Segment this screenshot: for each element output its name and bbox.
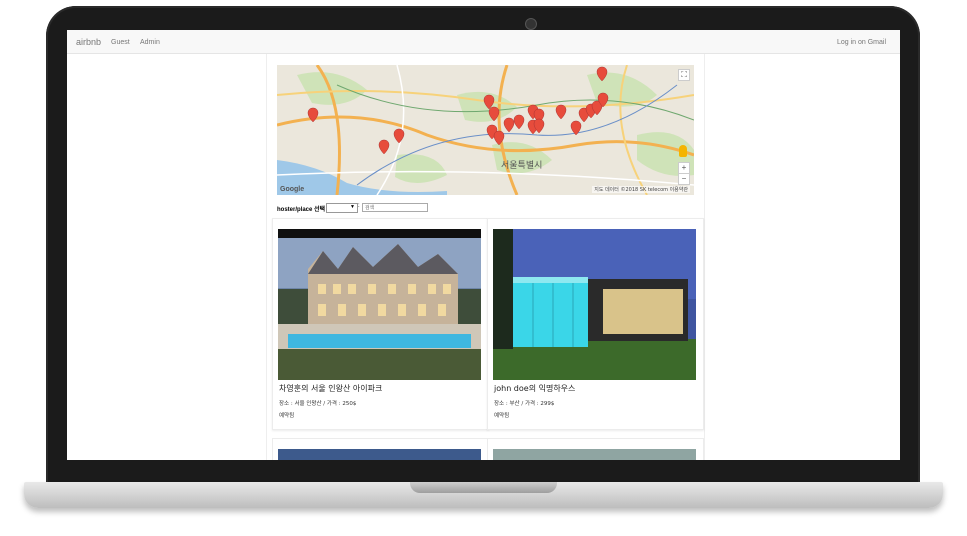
listing-status: 예약됨 [279, 413, 295, 419]
listing-photo[interactable] [278, 229, 481, 380]
browser-screen: airbnb Guest Admin Log in on Gmail 서울특별시… [67, 30, 900, 460]
listing-card[interactable]: 차영훈의 서울 인왕산 아이파크 장소 : 서울 인왕산 / 가격 : 250$… [272, 218, 489, 430]
filter-separator: : [358, 203, 360, 209]
login-gmail-link[interactable]: Log in on Gmail [837, 39, 886, 46]
map-canvas [277, 65, 694, 195]
filter-label: hoster/place 선택 [277, 207, 326, 213]
nav-admin-link[interactable]: Admin [140, 39, 160, 46]
laptop-hinge-notch [410, 482, 557, 493]
webcam-icon [525, 18, 537, 30]
listing-title[interactable]: john doe의 익명하우스 [494, 383, 575, 394]
listing-card[interactable] [272, 438, 489, 460]
fullscreen-icon[interactable]: ⛶ [678, 69, 690, 81]
listing-status: 예약됨 [494, 413, 510, 419]
listings-map[interactable]: 서울특별시 Google 지도 데이터 ©2018 SK telecom 이용약… [277, 65, 694, 195]
map-city-label: 서울특별시 [501, 161, 543, 171]
chevron-down-icon: ▼ [350, 204, 355, 210]
listing-photo[interactable] [493, 449, 696, 460]
zoom-out-button[interactable]: − [678, 173, 690, 185]
street-view-pegman-icon[interactable] [679, 145, 687, 157]
listing-info: 장소 : 부산 / 가격 : 299$ [494, 401, 555, 407]
listing-card[interactable]: john doe의 익명하우스 장소 : 부산 / 가격 : 299$ 예약됨 [487, 218, 704, 430]
hoster-place-select[interactable]: ▼ [326, 203, 358, 213]
map-attribution[interactable]: 지도 데이터 ©2018 SK telecom 이용약관 [592, 186, 690, 193]
navbar: airbnb Guest Admin Log in on Gmail [67, 30, 900, 54]
listing-title[interactable]: 차영훈의 서울 인왕산 아이파크 [279, 383, 382, 394]
listing-card[interactable] [487, 438, 704, 460]
google-logo: Google [280, 186, 305, 193]
brand-logo[interactable]: airbnb [76, 37, 101, 47]
nav-guest-link[interactable]: Guest [111, 39, 130, 46]
listing-photo[interactable] [278, 449, 481, 460]
search-input[interactable] [362, 203, 428, 212]
listing-photo[interactable] [493, 229, 696, 380]
laptop-mockup: airbnb Guest Admin Log in on Gmail 서울특별시… [0, 0, 967, 536]
main-content: 서울특별시 Google 지도 데이터 ©2018 SK telecom 이용약… [266, 54, 705, 460]
listing-info: 장소 : 서울 인왕산 / 가격 : 250$ [279, 401, 357, 407]
